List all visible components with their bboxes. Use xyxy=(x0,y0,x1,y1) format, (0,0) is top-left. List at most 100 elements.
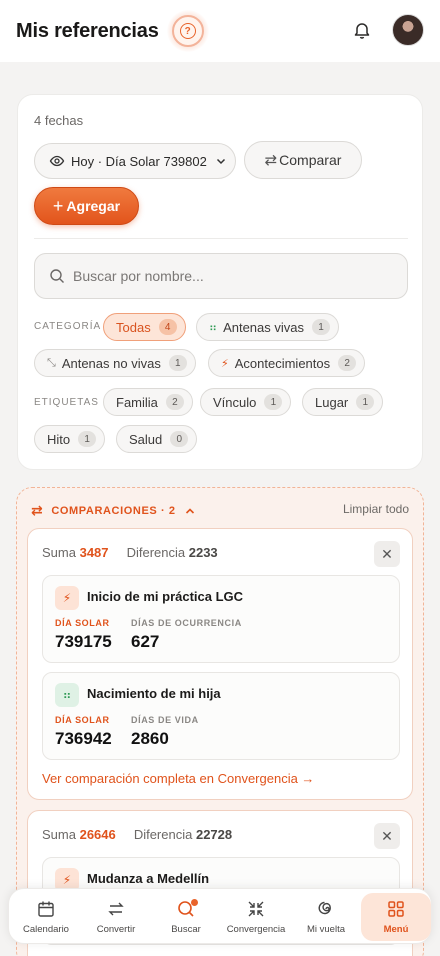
divider xyxy=(34,238,408,239)
sum-label: Suma xyxy=(42,827,76,842)
nav-menu[interactable]: Menú xyxy=(361,893,431,941)
life-days-value: 2860 xyxy=(131,729,169,748)
chip-lugar[interactable]: Lugar 1 xyxy=(302,388,384,416)
converge-icon xyxy=(248,901,264,917)
clear-all-button[interactable]: Limpiar todo xyxy=(343,502,409,516)
event-item[interactable]: ⚡ Inicio de mi práctica LGC DÍA SOLAR DÍ… xyxy=(42,575,400,663)
app-header: Mis referencias ? xyxy=(0,0,440,62)
chip-count: 1 xyxy=(78,431,97,447)
bottom-nav: Calendario Convertir Buscar Convergencia… xyxy=(8,888,432,944)
solar-day-label: DÍA SOLAR xyxy=(55,715,110,725)
close-icon: ✕ xyxy=(381,827,393,844)
diff-value: 22728 xyxy=(195,827,233,842)
chip-vinculo[interactable]: Vínculo 1 xyxy=(200,388,292,416)
add-button[interactable]: + Agregar xyxy=(34,187,139,225)
comparisons-panel: ⇄ COMPARACIONES · 2 Limpiar todo Suma 34… xyxy=(16,487,424,956)
nav-label: Mi vuelta xyxy=(306,924,345,935)
nav-label: Calendario xyxy=(23,924,69,935)
chip-salud[interactable]: Salud 0 xyxy=(116,425,198,453)
antenna-live-icon: ⠶ xyxy=(209,321,218,334)
comparisons-toggle[interactable]: ⇄ COMPARACIONES · 2 xyxy=(31,502,196,519)
filter-card: 4 fechas Hoy · Día Solar 739802 ⇄ Compar… xyxy=(17,94,423,470)
chip-label: Lugar xyxy=(315,394,349,410)
see-full-comparison-link[interactable]: Ver comparación completa en Convergencia… xyxy=(42,771,314,786)
grid-icon xyxy=(388,901,404,917)
event-title: Inicio de mi práctica LGC xyxy=(87,589,244,604)
question-circle-icon: ? xyxy=(179,23,196,39)
chip-count: 1 xyxy=(168,355,187,371)
close-icon: ✕ xyxy=(381,545,393,562)
dates-count: 4 fechas xyxy=(34,113,84,128)
calendar-icon xyxy=(38,901,54,917)
comparison-card: Suma 3487 Diferencia 2233 ✕ ⚡ Inicio de … xyxy=(27,528,413,800)
remove-comparison-button[interactable]: ✕ xyxy=(374,541,400,567)
antenna-off-icon: ⤡ xyxy=(47,356,56,369)
tags-label: ETIQUETAS xyxy=(34,397,99,408)
help-button[interactable]: ? xyxy=(166,10,209,52)
compare-button[interactable]: ⇄ Comparar xyxy=(244,141,362,179)
nav-calendario[interactable]: Calendario xyxy=(11,889,81,945)
add-label: Agregar xyxy=(66,198,121,214)
nav-label: Convergencia xyxy=(226,924,286,935)
solar-day-value: 736942 xyxy=(55,729,112,748)
chip-antenas-no-vivas[interactable]: ⤡ Antenas no vivas 1 xyxy=(34,349,196,377)
nav-mi-vuelta[interactable]: Mi vuelta xyxy=(291,889,361,945)
chip-count: 1 xyxy=(356,394,375,410)
sum-line: Suma 3487 Diferencia 2233 xyxy=(42,545,218,560)
solar-day-value: 739175 xyxy=(55,632,112,651)
nav-label: Menú xyxy=(383,924,409,935)
chip-acontecimientos[interactable]: ⚡ Acontecimientos 2 xyxy=(208,349,366,377)
nav-label: Buscar xyxy=(171,924,201,935)
date-select[interactable]: Hoy · Día Solar 739802 xyxy=(34,143,236,179)
chip-label: Salud xyxy=(129,431,163,447)
search-icon xyxy=(50,269,64,283)
event-title: Mudanza a Medellín xyxy=(87,871,210,886)
page-title: Mis referencias xyxy=(16,19,159,42)
notification-dot xyxy=(191,899,198,906)
chip-count: 4 xyxy=(158,319,177,335)
chevron-up-icon xyxy=(185,507,194,514)
chip-label: Hito xyxy=(47,431,71,447)
chip-count: 1 xyxy=(312,319,330,335)
sum-label: Suma xyxy=(42,545,76,560)
nav-convertir[interactable]: Convertir xyxy=(81,889,151,945)
search-input[interactable]: Buscar por nombre... xyxy=(34,253,408,299)
chip-hito[interactable]: Hito 1 xyxy=(34,425,106,453)
remove-comparison-button[interactable]: ✕ xyxy=(374,823,400,849)
chip-count: 2 xyxy=(338,355,357,371)
compare-label: Comparar xyxy=(279,152,342,168)
plus-icon: + xyxy=(52,196,64,216)
event-item[interactable]: ⠶ Nacimiento de mi hija DÍA SOLAR DÍAS D… xyxy=(42,672,400,760)
nav-buscar[interactable]: Buscar xyxy=(151,889,221,945)
swap-icon xyxy=(108,902,124,916)
spiral-icon xyxy=(318,901,331,915)
date-select-label: Hoy · Día Solar 739802 xyxy=(71,153,207,169)
antenna-live-icon: ⠶ xyxy=(55,683,79,707)
event-title: Nacimiento de mi hija xyxy=(87,686,221,701)
nav-convergencia[interactable]: Convergencia xyxy=(221,889,291,945)
sum-value: 26646 xyxy=(79,827,116,842)
sum-value: 3487 xyxy=(79,545,109,560)
diff-label: Diferencia xyxy=(126,545,186,560)
comparisons-header: COMPARACIONES · 2 xyxy=(51,504,176,517)
lightning-icon: ⚡ xyxy=(221,357,229,370)
bell-icon[interactable] xyxy=(352,20,372,40)
chip-label: Vínculo xyxy=(213,394,257,410)
chip-label: Acontecimientos xyxy=(234,355,331,371)
lightning-icon: ⚡ xyxy=(55,586,79,610)
chip-antenas-vivas[interactable]: ⠶ Antenas vivas 1 xyxy=(196,313,339,341)
swap-icon: ⇄ xyxy=(264,152,278,169)
chip-label: Antenas vivas xyxy=(223,319,304,335)
category-label: CATEGORÍA xyxy=(34,321,102,332)
chip-label: Todas xyxy=(116,319,151,335)
chip-todas[interactable]: Todas 4 xyxy=(103,313,186,341)
chip-label: Familia xyxy=(116,394,158,410)
eye-icon xyxy=(49,155,65,167)
chip-label: Antenas no vivas xyxy=(61,355,161,371)
search-placeholder: Buscar por nombre... xyxy=(73,268,204,284)
swap-icon: ⇄ xyxy=(31,502,44,518)
avatar[interactable] xyxy=(392,14,424,46)
chip-familia[interactable]: Familia 2 xyxy=(103,388,193,416)
nav-label: Convertir xyxy=(96,924,136,935)
diff-value: 2233 xyxy=(188,545,218,560)
